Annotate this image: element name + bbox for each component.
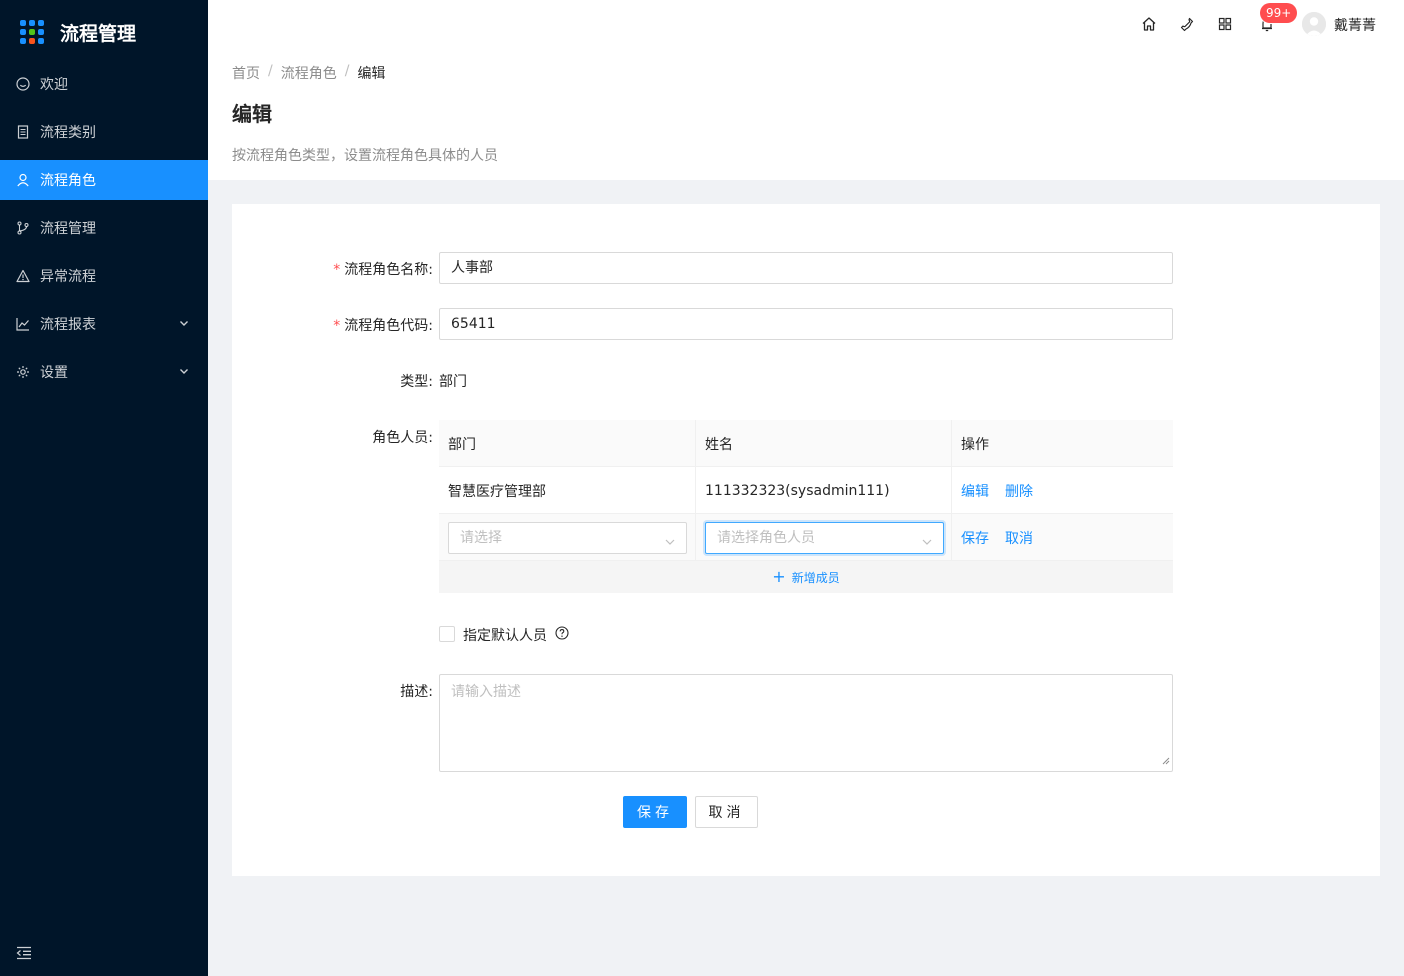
- type-value: 部门: [439, 374, 467, 390]
- smile-icon: [16, 77, 30, 91]
- column-header-dept: 部门: [448, 436, 476, 453]
- warning-icon: [16, 269, 30, 283]
- chart-icon: [16, 317, 30, 331]
- sidebar-item-label: 异常流程: [40, 269, 96, 285]
- user-icon: [16, 173, 30, 187]
- members-label: 角色人员:: [372, 430, 433, 446]
- phone-icon[interactable]: [1179, 16, 1195, 32]
- description-label: 描述:: [400, 684, 433, 700]
- cell-edit-actions: 保存 取消: [951, 514, 1173, 561]
- page-header: 首页 / 流程角色 / 编辑 编辑 按流程角色类型，设置流程角色具体的人员: [208, 48, 1404, 180]
- default-member-checkbox[interactable]: [439, 626, 455, 642]
- avatar[interactable]: [1302, 12, 1326, 36]
- logo-dot: [20, 20, 26, 26]
- breadcrumb: 首页 / 流程角色 / 编辑: [232, 63, 385, 83]
- app-title: 流程管理: [60, 22, 137, 45]
- table-row: 智慧医疗管理部 111332323(sysadmin111) 编辑 删除: [439, 467, 1173, 514]
- edit-member-link[interactable]: 编辑: [961, 481, 989, 501]
- delete-member-link[interactable]: 删除: [1005, 481, 1033, 501]
- sidebar-item-label: 欢迎: [40, 77, 68, 93]
- gear-icon: [16, 365, 30, 379]
- dept-select[interactable]: 请选择: [448, 521, 687, 555]
- page-description: 按流程角色类型，设置流程角色具体的人员: [232, 148, 498, 164]
- sidebar-item-label: 流程报表: [40, 317, 96, 333]
- logo-dot: [29, 38, 35, 44]
- logo-dot: [38, 29, 44, 35]
- role-name-input[interactable]: 人事部: [439, 252, 1173, 284]
- add-member-button[interactable]: + 新增成员: [439, 561, 1173, 593]
- top-header: 99+ 戴菁菁: [208, 0, 1404, 48]
- chevron-down-icon: [178, 317, 190, 333]
- question-circle-icon[interactable]: [555, 626, 569, 640]
- sidebar-item-label: 流程类别: [40, 125, 96, 141]
- breadcrumb-current: 编辑: [357, 66, 386, 82]
- username[interactable]: 戴菁菁: [1334, 15, 1376, 35]
- type-label: 类型:: [400, 374, 433, 390]
- logo-dot: [29, 20, 35, 26]
- role-name-label: * 流程角色名称:: [333, 262, 433, 278]
- menu-fold-icon[interactable]: [16, 946, 32, 960]
- required-mark: *: [333, 262, 341, 278]
- sidebar-item-welcome[interactable]: 欢迎: [0, 64, 208, 104]
- logo-grid-icon: [20, 20, 44, 44]
- sidebar: 流程管理 欢迎 流程类别 流程角色 流程管理 异常流程 流程报表 设置: [0, 0, 208, 976]
- breadcrumb-home[interactable]: 首页: [232, 63, 260, 83]
- sidebar-item-label: 设置: [40, 365, 68, 381]
- members-table: 部门 姓名 操作 智慧医疗管理部 111332323(sysadmin111) …: [439, 420, 1173, 593]
- form-card: * 流程角色名称: 人事部 * 流程角色代码: 65411 类型: 部门 角色人员:…: [232, 204, 1380, 876]
- sidebar-item-settings[interactable]: 设置: [0, 352, 208, 392]
- chevron-down-icon: [921, 533, 933, 555]
- column-header-name: 姓名: [695, 420, 951, 467]
- sidebar-item-process-category[interactable]: 流程类别: [0, 112, 208, 152]
- description-textarea[interactable]: 请输入描述: [439, 674, 1173, 772]
- logo-dot: [38, 38, 44, 44]
- save-button[interactable]: 保存: [623, 796, 687, 828]
- page-title: 编辑: [232, 102, 272, 126]
- apps-icon[interactable]: [1217, 16, 1233, 32]
- sidebar-item-label: 流程管理: [40, 221, 96, 237]
- cell-name-select: 请选择角色人员: [695, 514, 951, 561]
- branch-icon: [16, 221, 30, 235]
- table-header-row: 部门 姓名 操作: [439, 420, 1173, 467]
- default-member-label[interactable]: 指定默认人员: [463, 625, 547, 645]
- table-edit-row: 请选择 请选择角色人员 保存 取消: [439, 514, 1173, 561]
- cancel-button[interactable]: 取消: [695, 796, 758, 828]
- logo[interactable]: 流程管理: [0, 0, 208, 64]
- logo-dot: [20, 29, 26, 35]
- logo-dot: [38, 20, 44, 26]
- sidebar-item-process-management[interactable]: 流程管理: [0, 208, 208, 248]
- sidebar-item-process-role[interactable]: 流程角色: [0, 160, 208, 200]
- chevron-down-icon: [664, 533, 676, 555]
- sidebar-item-exception-process[interactable]: 异常流程: [0, 256, 208, 296]
- cell-dept: 智慧医疗管理部: [448, 483, 546, 500]
- logo-dot: [29, 29, 35, 35]
- breadcrumb-process-role[interactable]: 流程角色: [281, 63, 337, 83]
- required-mark: *: [333, 318, 341, 334]
- sidebar-item-label: 流程角色: [40, 173, 96, 189]
- sidebar-menu: 欢迎 流程类别 流程角色 流程管理 异常流程 流程报表 设置: [0, 64, 208, 392]
- role-code-input[interactable]: 65411: [439, 308, 1173, 340]
- member-select[interactable]: 请选择角色人员: [705, 521, 944, 555]
- cancel-member-link[interactable]: 取消: [1005, 528, 1033, 548]
- notification-badge: 99+: [1260, 3, 1298, 23]
- column-header-actions: 操作: [951, 420, 1173, 467]
- resize-handle-icon[interactable]: [1162, 753, 1170, 769]
- breadcrumb-separator: /: [268, 63, 273, 79]
- logo-dot: [20, 38, 26, 44]
- cell-actions: 编辑 删除: [951, 467, 1173, 514]
- save-member-link[interactable]: 保存: [961, 528, 989, 548]
- home-icon[interactable]: [1141, 16, 1157, 32]
- file-icon: [16, 125, 30, 139]
- cell-name: 111332323(sysadmin111): [695, 467, 951, 514]
- cell-dept-select: 请选择: [439, 514, 695, 561]
- sidebar-item-process-report[interactable]: 流程报表: [0, 304, 208, 344]
- breadcrumb-separator: /: [344, 63, 350, 79]
- plus-icon: +: [772, 567, 786, 586]
- role-code-label: * 流程角色代码:: [333, 318, 433, 334]
- chevron-down-icon: [178, 365, 190, 381]
